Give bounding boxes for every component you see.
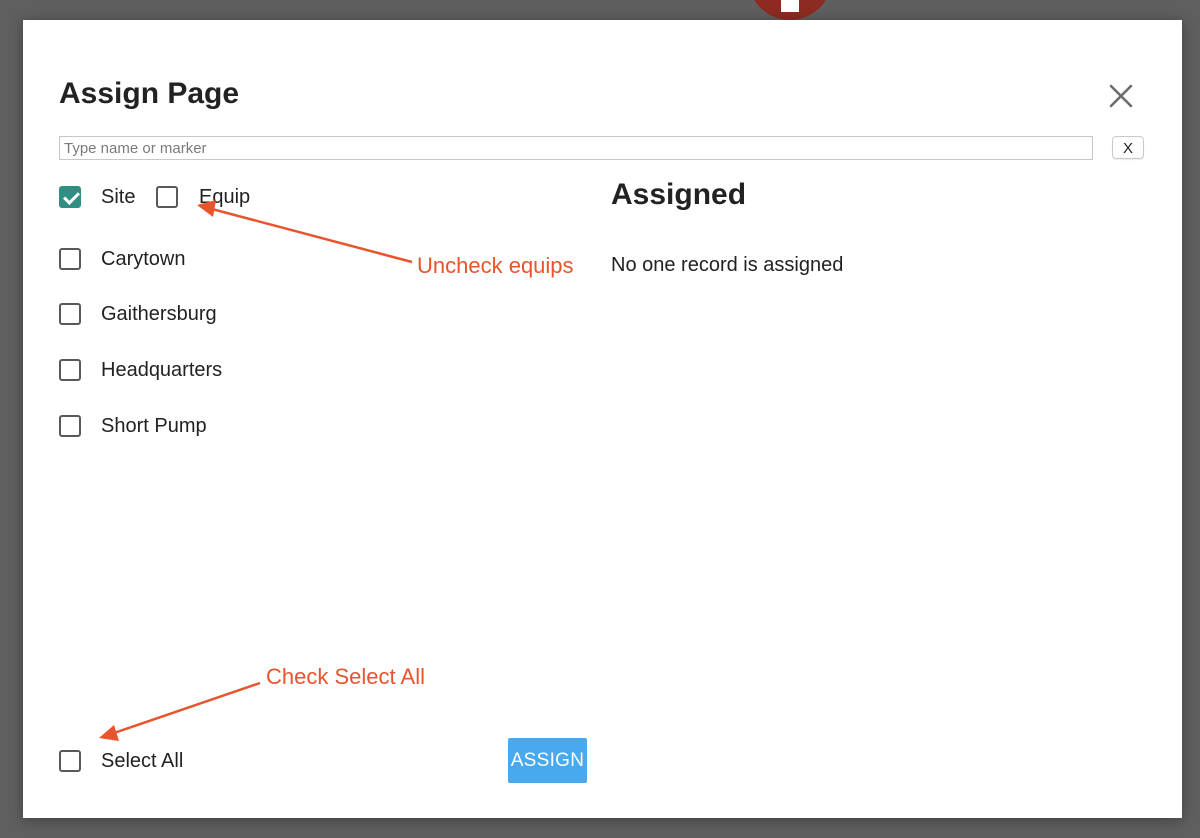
list-item[interactable]: Short Pump (59, 412, 207, 440)
filter-site[interactable]: Site (59, 183, 135, 211)
list-item-label: Gaithersburg (101, 303, 217, 325)
annotation-check-select-all: Check Select All (266, 664, 425, 689)
list-item[interactable]: Headquarters (59, 356, 222, 384)
select-all-checkbox[interactable] (59, 750, 81, 772)
list-item[interactable]: Carytown (59, 245, 185, 273)
list-item[interactable]: Gaithersburg (59, 300, 217, 328)
equip-label: Equip (199, 186, 251, 208)
close-button[interactable] (1107, 82, 1135, 110)
assign-button[interactable]: ASSIGN (508, 738, 587, 783)
gaithersburg-checkbox[interactable] (59, 303, 81, 325)
select-all[interactable]: Select All (59, 747, 183, 775)
select-all-label: Select All (101, 750, 184, 772)
annotation-uncheck-equips: Uncheck equips (417, 253, 574, 278)
list-item-label: Headquarters (101, 359, 223, 381)
close-icon (1109, 84, 1133, 108)
filter-equip[interactable]: Equip (156, 183, 250, 211)
search-input[interactable] (59, 136, 1093, 160)
short-pump-checkbox[interactable] (59, 415, 81, 437)
equip-checkbox[interactable] (156, 186, 178, 208)
assigned-heading: Assigned (611, 178, 747, 211)
list-item-label: Carytown (101, 248, 186, 270)
site-checkbox[interactable] (59, 186, 81, 208)
background-app-badge (748, 0, 832, 20)
site-label: Site (101, 186, 136, 208)
list-item-label: Short Pump (101, 415, 207, 437)
dialog-title: Assign Page (59, 77, 240, 110)
clear-search-button[interactable]: X (1112, 136, 1144, 159)
headquarters-checkbox[interactable] (59, 359, 81, 381)
assigned-empty-message: No one record is assigned (611, 254, 844, 276)
carytown-checkbox[interactable] (59, 248, 81, 270)
assign-page-dialog: Assign Page X Site Equip Carytown Gaithe… (23, 20, 1182, 818)
